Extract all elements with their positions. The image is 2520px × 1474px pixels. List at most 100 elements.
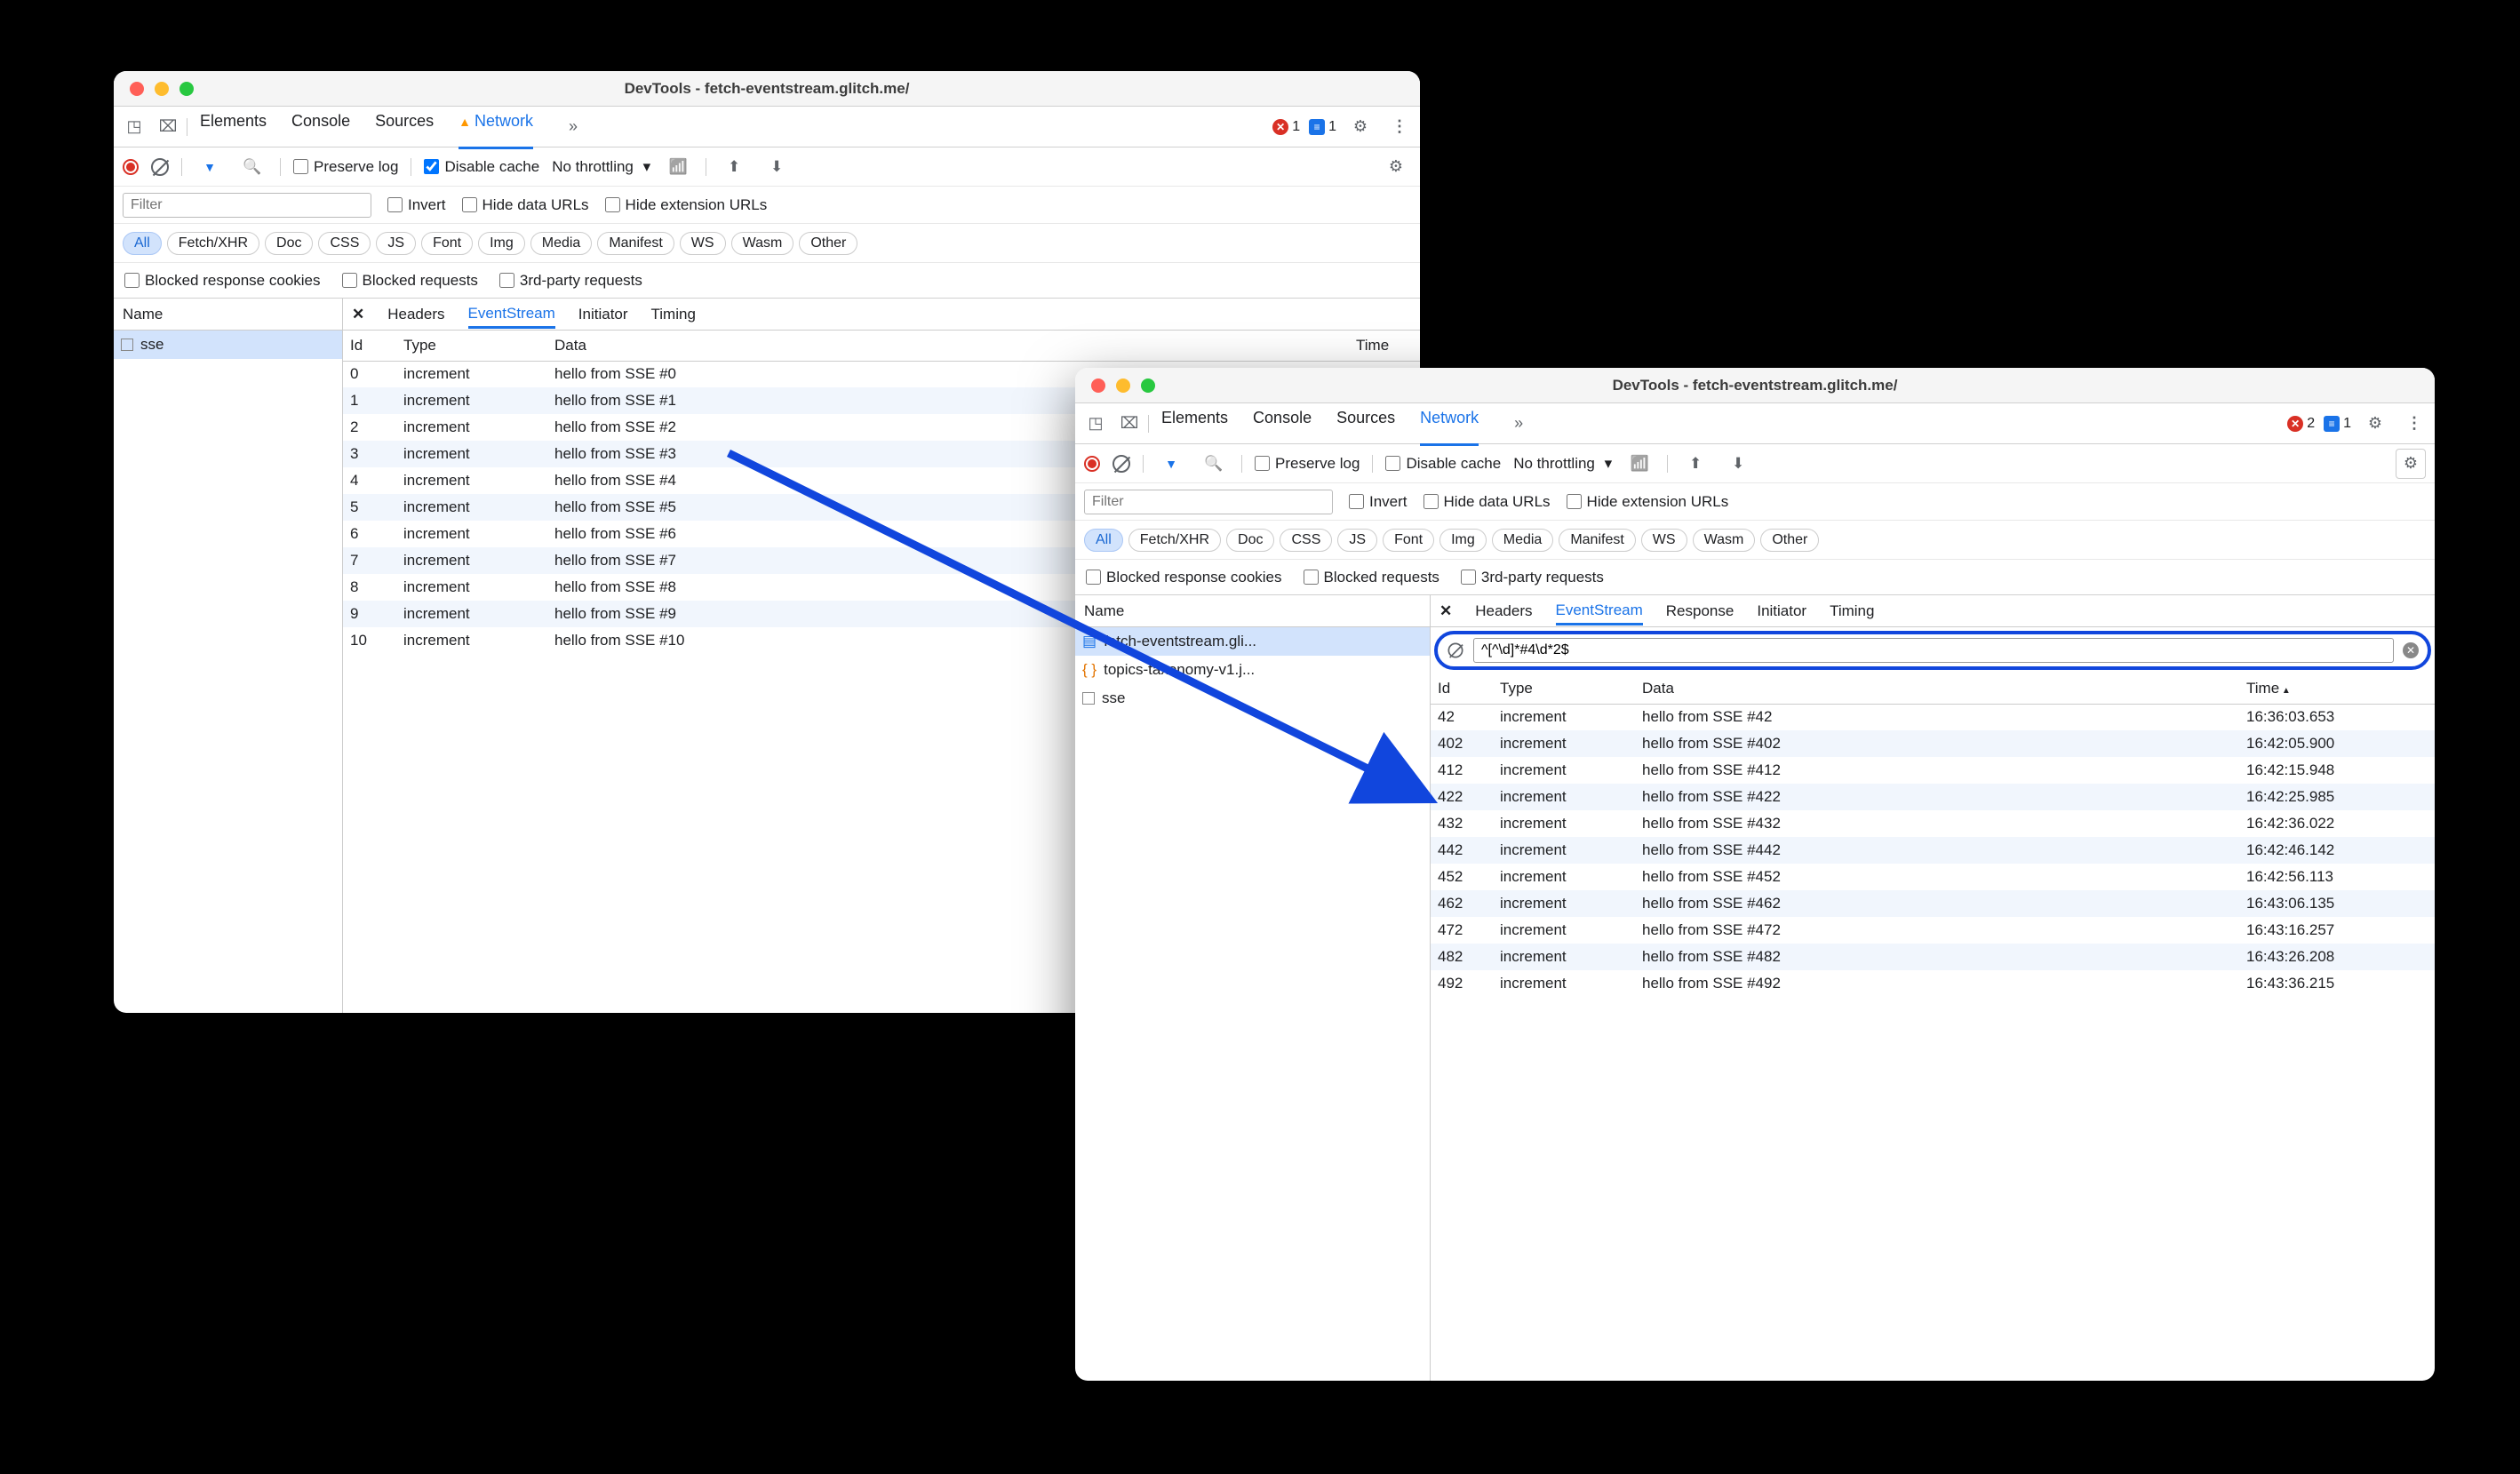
eventstream-filter-input[interactable] bbox=[1473, 638, 2394, 663]
download-har-icon[interactable] bbox=[762, 152, 792, 182]
table-row[interactable]: 432incrementhello from SSE #43216:42:36.… bbox=[1431, 810, 2435, 837]
throttling-select[interactable]: No throttling ▾ bbox=[552, 158, 650, 176]
error-count[interactable]: ✕2 bbox=[2287, 416, 2315, 432]
table-row[interactable]: 452incrementhello from SSE #45216:42:56.… bbox=[1431, 864, 2435, 890]
tab-elements[interactable]: Elements bbox=[200, 112, 267, 142]
table-row[interactable]: 402incrementhello from SSE #40216:42:05.… bbox=[1431, 730, 2435, 757]
more-tabs-icon[interactable] bbox=[1503, 409, 1534, 439]
pill-ws[interactable]: WS bbox=[680, 232, 726, 255]
cell-id: 3 bbox=[343, 441, 396, 467]
pill-ws[interactable]: WS bbox=[1641, 529, 1687, 552]
table-row[interactable]: 482incrementhello from SSE #48216:43:26.… bbox=[1431, 944, 2435, 970]
subtab-headers[interactable]: Headers bbox=[387, 306, 444, 323]
pill-img[interactable]: Img bbox=[478, 232, 525, 255]
subtab-initiator[interactable]: Initiator bbox=[1757, 602, 1806, 620]
upload-har-icon[interactable] bbox=[719, 152, 749, 182]
tab-network[interactable]: Network bbox=[1420, 409, 1479, 446]
pill-fetchxhr[interactable]: Fetch/XHR bbox=[167, 232, 259, 255]
subtab-response[interactable]: Response bbox=[1666, 602, 1734, 620]
hide-extension-urls-checkbox[interactable]: Hide extension URLs bbox=[1567, 493, 1729, 511]
th-time[interactable]: Time bbox=[1349, 331, 1420, 361]
clear-filter-icon[interactable]: ✕ bbox=[2403, 642, 2419, 658]
network-settings-icon[interactable] bbox=[2396, 449, 2426, 479]
search-icon[interactable] bbox=[237, 152, 267, 182]
third-party-checkbox[interactable]: 3rd-party requests bbox=[1461, 569, 1604, 586]
tab-console[interactable]: Console bbox=[291, 112, 350, 142]
pill-manifest[interactable]: Manifest bbox=[1559, 529, 1635, 552]
pill-all[interactable]: All bbox=[123, 232, 162, 255]
subtab-timing[interactable]: Timing bbox=[651, 306, 696, 323]
pill-wasm[interactable]: Wasm bbox=[731, 232, 794, 255]
pill-other[interactable]: Other bbox=[1760, 529, 1819, 552]
pill-wasm[interactable]: Wasm bbox=[1693, 529, 1756, 552]
cell-data: hello from SSE #442 bbox=[1635, 837, 2239, 864]
tab-sources[interactable]: Sources bbox=[1336, 409, 1395, 439]
settings-icon[interactable] bbox=[2360, 409, 2390, 439]
name-column-header[interactable]: Name bbox=[114, 299, 342, 331]
filter-toggle-icon[interactable] bbox=[195, 152, 225, 182]
message-count[interactable]: ≡1 bbox=[1309, 119, 1336, 135]
hide-data-urls-checkbox[interactable]: Hide data URLs bbox=[462, 196, 589, 214]
pill-doc[interactable]: Doc bbox=[265, 232, 313, 255]
close-detail-icon[interactable]: ✕ bbox=[352, 306, 364, 323]
more-menu-icon[interactable] bbox=[2399, 409, 2429, 439]
inspect-element-icon[interactable] bbox=[1081, 409, 1111, 439]
invert-checkbox[interactable]: Invert bbox=[387, 196, 446, 214]
subtab-headers[interactable]: Headers bbox=[1475, 602, 1532, 620]
device-toolbar-icon[interactable] bbox=[1114, 409, 1144, 439]
table-row[interactable]: 442incrementhello from SSE #44216:42:46.… bbox=[1431, 837, 2435, 864]
table-row[interactable]: 472incrementhello from SSE #47216:43:16.… bbox=[1431, 917, 2435, 944]
table-row[interactable]: 42incrementhello from SSE #4216:36:03.65… bbox=[1431, 704, 2435, 730]
pill-other[interactable]: Other bbox=[799, 232, 857, 255]
error-count[interactable]: ✕1 bbox=[1272, 119, 1300, 135]
pill-manifest[interactable]: Manifest bbox=[597, 232, 674, 255]
third-party-checkbox[interactable]: 3rd-party requests bbox=[499, 272, 642, 290]
th-type[interactable]: Type bbox=[1493, 673, 1635, 704]
tab-network[interactable]: Network bbox=[459, 112, 533, 149]
table-row[interactable]: 492incrementhello from SSE #49216:43:36.… bbox=[1431, 970, 2435, 997]
upload-har-icon[interactable] bbox=[1680, 449, 1711, 479]
network-conditions-icon[interactable] bbox=[663, 152, 693, 182]
subtab-eventstream[interactable]: EventStream bbox=[468, 305, 555, 329]
device-toolbar-icon[interactable] bbox=[153, 112, 183, 142]
tab-sources[interactable]: Sources bbox=[375, 112, 434, 142]
disable-cache-checkbox[interactable]: Disable cache bbox=[424, 158, 539, 176]
th-data[interactable]: Data bbox=[547, 331, 1349, 361]
network-settings-icon[interactable] bbox=[1381, 152, 1411, 182]
throttling-select[interactable]: No throttling ▾ bbox=[1513, 455, 1612, 473]
table-row[interactable]: 422incrementhello from SSE #42216:42:25.… bbox=[1431, 784, 2435, 810]
cell-data: hello from SSE #492 bbox=[1635, 970, 2239, 997]
pill-media[interactable]: Media bbox=[1492, 529, 1554, 552]
th-type[interactable]: Type bbox=[396, 331, 547, 361]
blocked-cookies-checkbox[interactable]: Blocked response cookies bbox=[124, 272, 321, 290]
th-time[interactable]: Time bbox=[2239, 673, 2435, 704]
subtab-timing[interactable]: Timing bbox=[1830, 602, 1874, 620]
pill-media[interactable]: Media bbox=[530, 232, 593, 255]
message-count[interactable]: ≡1 bbox=[2324, 416, 2351, 432]
pill-css[interactable]: CSS bbox=[318, 232, 371, 255]
network-conditions-icon[interactable] bbox=[1624, 449, 1655, 479]
subtab-eventstream[interactable]: EventStream bbox=[1556, 602, 1643, 625]
table-row[interactable]: 412incrementhello from SSE #41216:42:15.… bbox=[1431, 757, 2435, 784]
preserve-log-checkbox[interactable]: Preserve log bbox=[293, 158, 398, 176]
hide-extension-urls-checkbox[interactable]: Hide extension URLs bbox=[605, 196, 768, 214]
settings-icon[interactable] bbox=[1345, 112, 1376, 142]
record-icon[interactable] bbox=[123, 159, 139, 175]
subtab-initiator[interactable]: Initiator bbox=[578, 306, 628, 323]
inspect-element-icon[interactable] bbox=[119, 112, 149, 142]
filter-input[interactable] bbox=[123, 193, 371, 218]
th-data[interactable]: Data bbox=[1635, 673, 2239, 704]
tab-elements[interactable]: Elements bbox=[1161, 409, 1228, 439]
more-tabs-icon[interactable] bbox=[558, 112, 588, 142]
request-row[interactable]: sse bbox=[114, 331, 342, 359]
th-id[interactable]: Id bbox=[343, 331, 396, 361]
download-har-icon[interactable] bbox=[1723, 449, 1753, 479]
table-row[interactable]: 462incrementhello from SSE #46216:43:06.… bbox=[1431, 890, 2435, 917]
clear-icon[interactable] bbox=[151, 158, 169, 176]
blocked-requests-checkbox[interactable]: Blocked requests bbox=[342, 272, 478, 290]
more-menu-icon[interactable] bbox=[1384, 112, 1415, 142]
pill-font[interactable]: Font bbox=[421, 232, 473, 255]
pill-js[interactable]: JS bbox=[376, 232, 416, 255]
tab-console[interactable]: Console bbox=[1253, 409, 1312, 439]
cell-type: increment bbox=[396, 601, 547, 627]
